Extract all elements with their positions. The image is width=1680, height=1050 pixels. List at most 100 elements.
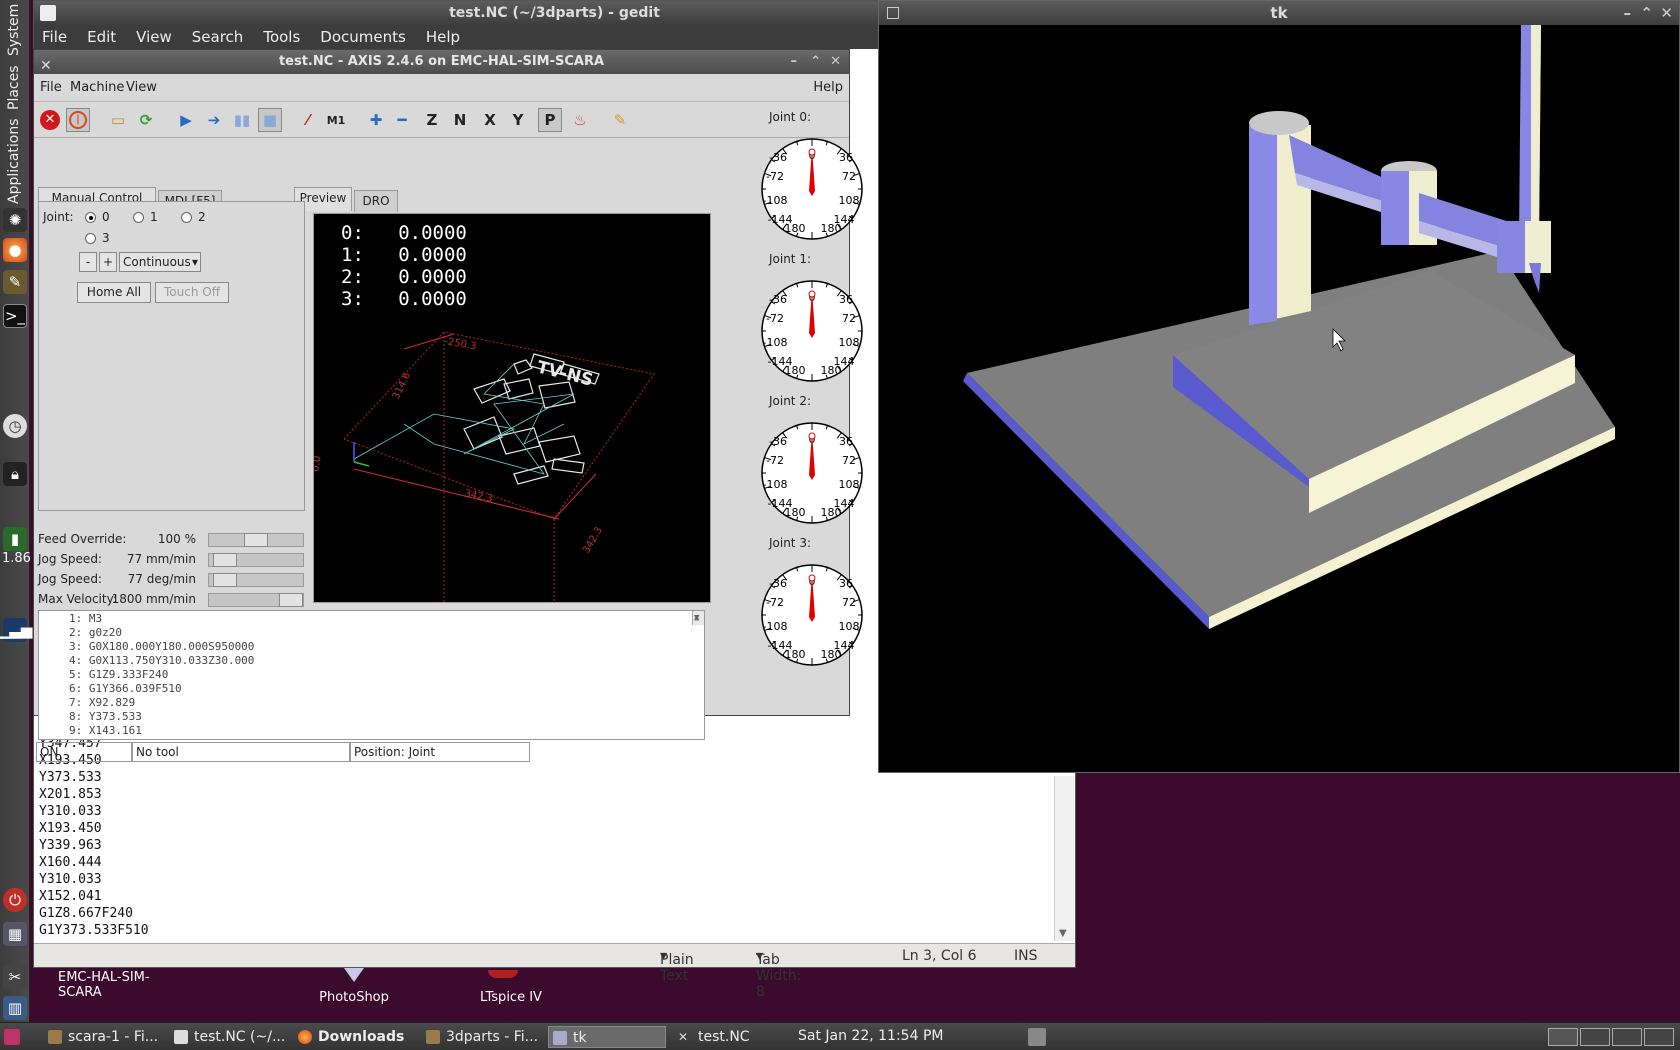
task-3dparts-files[interactable]: 3dparts - Fi... <box>422 1026 538 1048</box>
task-gedit[interactable]: test.NC (~/... <box>170 1026 285 1048</box>
joint-radio-2[interactable]: 2 <box>181 210 206 224</box>
tab-width-selector[interactable]: Tab Width: 8 ▾ <box>756 948 801 1000</box>
scroll-down-icon[interactable]: ▼ <box>1059 928 1067 939</box>
system-menu[interactable]: System <box>6 4 22 56</box>
slider-thumb[interactable] <box>244 533 268 547</box>
gcode-scrollbar[interactable]: ▲ ▼ <box>692 611 704 625</box>
axis-title-bar[interactable]: ✕ test.NC - AXIS 2.4.6 on EMC-HAL-SIM-SC… <box>34 50 849 74</box>
joint-radio-3[interactable]: 3 <box>85 231 110 245</box>
task-downloads[interactable]: Downloads <box>294 1026 404 1048</box>
gedit-vertical-scrollbar[interactable]: ▼ <box>1054 776 1074 941</box>
applications-menu[interactable]: Applications <box>6 118 22 204</box>
gcode-line[interactable]: 3: G0X180.000Y180.000S950000 <box>69 640 704 654</box>
estop-button[interactable]: ✕ <box>38 108 62 132</box>
pause-icon[interactable]: ▮▮ <box>230 108 254 132</box>
clear-backplot-icon[interactable]: ✎ <box>608 108 632 132</box>
gcode-line[interactable]: 8: Y373.533 <box>69 710 704 724</box>
slider-thumb[interactable] <box>279 593 303 607</box>
jog-speed-linear-slider[interactable] <box>208 553 304 567</box>
close-icon[interactable]: ✕ <box>830 50 841 74</box>
step-icon[interactable]: ➔ <box>202 108 226 132</box>
rotate-view-icon[interactable]: ♨ <box>568 108 592 132</box>
gedit-menu-search[interactable]: Search <box>190 28 246 46</box>
reload-icon[interactable]: ⟳ <box>134 108 158 132</box>
task-test-nc[interactable]: ✕ test.NC <box>674 1026 750 1048</box>
ltspice-icon[interactable] <box>488 970 518 978</box>
trash-applet-icon[interactable] <box>1028 1028 1046 1046</box>
gcode-listing[interactable]: 1: M3 2: g0z20 3: G0X180.000Y180.000S95000… <box>38 610 705 740</box>
gedit-menu-view[interactable]: View <box>134 28 174 46</box>
jog-mode-select[interactable]: Continuous ▾ <box>119 252 201 272</box>
firefox-icon[interactable]: ● <box>3 238 27 262</box>
axis-menu-help[interactable]: Help <box>813 80 843 95</box>
stop-icon[interactable]: ■ <box>258 108 282 132</box>
jog-minus-button[interactable]: - <box>79 252 97 272</box>
gcode-line[interactable]: 7: X92.829 <box>69 696 704 710</box>
system-monitor-icon[interactable]: ▁▃▅ <box>0 618 32 642</box>
gcode-line[interactable]: 6: G1Y366.039F510 <box>69 682 704 696</box>
scroll-down-icon[interactable]: ▼ <box>694 611 699 625</box>
zoom-in-icon[interactable]: ✚ <box>364 108 388 132</box>
close-icon[interactable]: ✕ <box>1660 1 1673 25</box>
workspace-4[interactable] <box>1644 1028 1674 1046</box>
language-selector[interactable]: Plain Text ▾ <box>660 948 694 984</box>
lock-icon[interactable]: 🔒︎ <box>3 462 27 486</box>
photoshop-icon[interactable] <box>344 968 364 982</box>
preview-canvas[interactable]: 0: 0.0000 1: 0.0000 2: 0.0000 3: 0.0000 <box>313 213 711 603</box>
ubuntu-logo-icon[interactable]: ✺ <box>3 208 27 232</box>
max-velocity-slider[interactable] <box>208 593 304 607</box>
open-file-icon[interactable]: ▭ <box>106 108 130 132</box>
workspace-3[interactable] <box>1612 1028 1642 1046</box>
home-all-button[interactable]: Home All <box>77 282 151 303</box>
task-tk[interactable]: tk <box>548 1026 666 1048</box>
jog-plus-button[interactable]: + <box>99 252 117 272</box>
workspace-1[interactable] <box>1548 1028 1578 1046</box>
gedit-menu-documents[interactable]: Documents <box>318 28 408 46</box>
places-menu[interactable]: Places <box>6 65 22 110</box>
gcode-line[interactable]: 9: X143.161 <box>69 724 704 738</box>
axis-menu-file[interactable]: File <box>40 80 62 95</box>
task-scara-files[interactable]: scara-1 - Fi... <box>44 1026 158 1048</box>
joint-radio-0[interactable]: 0 <box>85 210 110 224</box>
desktop-icon-ltspice[interactable]: LTspice IV <box>466 990 556 1005</box>
show-desktop-icon[interactable] <box>4 1029 20 1045</box>
gcode-line[interactable]: 1: M3 <box>69 612 704 626</box>
clock[interactable]: Sat Jan 22, 11:54 PM <box>798 1028 943 1044</box>
slider-thumb[interactable] <box>213 553 237 567</box>
workspace-2[interactable] <box>1580 1028 1610 1046</box>
terminal-icon[interactable]: >_ <box>3 304 27 328</box>
tk-title-bar[interactable]: tk – ⌃ ✕ <box>879 1 1679 25</box>
gimp-icon[interactable]: ✎ <box>3 270 27 294</box>
axis-menu-machine[interactable]: Machine <box>70 80 124 95</box>
power-icon[interactable]: ⏻ <box>3 888 27 912</box>
machine-power-button[interactable]: | <box>66 108 90 132</box>
maximize-icon[interactable]: ⌃ <box>810 50 821 74</box>
optional-stop-icon[interactable]: M1 <box>324 108 348 132</box>
minimize-icon[interactable]: – <box>791 50 798 74</box>
block-delete-icon[interactable]: ⁄ <box>296 108 320 132</box>
slider-thumb[interactable] <box>213 573 237 587</box>
gedit-menu-edit[interactable]: Edit <box>85 28 118 46</box>
view-z2-icon[interactable]: N <box>448 108 472 132</box>
desktop-icon-emc-hal-sim-scara[interactable]: EMC-HAL-SIM-SCARA <box>58 970 188 1000</box>
desktop-icon-photoshop[interactable]: PhotoShop <box>312 990 396 1005</box>
run-icon[interactable]: ▶ <box>174 108 198 132</box>
gcode-line[interactable]: 2: g0z20 <box>69 626 704 640</box>
gedit-menu-tools[interactable]: Tools <box>261 28 302 46</box>
view-z-icon[interactable]: Z <box>420 108 444 132</box>
axis-menu-view[interactable]: View <box>126 80 157 95</box>
jog-speed-angular-slider[interactable] <box>208 573 304 587</box>
gedit-menu-file[interactable]: File <box>40 28 69 46</box>
gcode-line[interactable]: 5: G1Z9.333F240 <box>69 668 704 682</box>
clock-icon[interactable]: ◷ <box>3 414 27 438</box>
view-p-icon[interactable]: P <box>538 108 562 132</box>
maximize-icon[interactable]: ⌃ <box>1640 1 1653 25</box>
zoom-out-icon[interactable]: ━ <box>390 108 414 132</box>
touch-off-button[interactable]: Touch Off <box>155 282 229 303</box>
joint-radio-1[interactable]: 1 <box>133 210 158 224</box>
minimize-icon[interactable]: – <box>1624 1 1632 25</box>
scara-3d-view[interactable] <box>879 25 1679 772</box>
gedit-menu-help[interactable]: Help <box>424 28 462 46</box>
feed-override-slider[interactable] <box>208 533 304 547</box>
view-x-icon[interactable]: X <box>478 108 502 132</box>
